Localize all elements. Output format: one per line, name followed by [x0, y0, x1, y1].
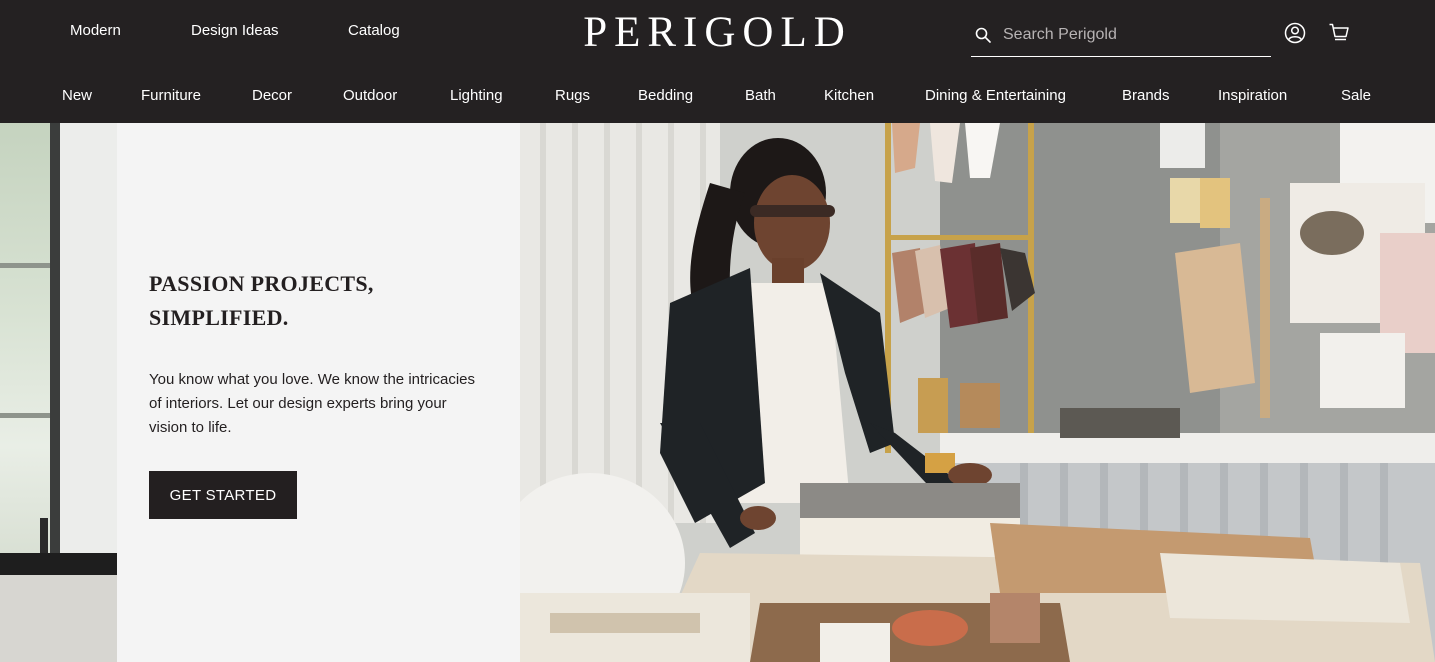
nav-decor[interactable]: Decor: [252, 87, 292, 104]
hero-description: You know what you love. We know the intr…: [149, 371, 476, 436]
site-header: Modern Design Ideas Catalog PERIGOLD New…: [0, 0, 1435, 123]
nav-brands[interactable]: Brands: [1122, 87, 1170, 104]
nav-bedding[interactable]: Bedding: [638, 87, 693, 104]
nav-lighting[interactable]: Lighting: [450, 87, 503, 104]
cart-icon[interactable]: [1328, 22, 1350, 44]
search-icon[interactable]: [975, 27, 991, 43]
hero-text-panel: PASSION PROJECTS, SIMPLIFIED. You know w…: [117, 123, 520, 662]
search-bar: [971, 14, 1271, 57]
hero-section: PASSION PROJECTS, SIMPLIFIED. You know w…: [0, 123, 1435, 662]
nav-kitchen[interactable]: Kitchen: [824, 87, 874, 104]
site-logo[interactable]: PERIGOLD: [583, 9, 852, 56]
nav-bath[interactable]: Bath: [745, 87, 776, 104]
nav-inspiration[interactable]: Inspiration: [1218, 87, 1287, 104]
hero-photo: [520, 123, 1435, 662]
account-icon[interactable]: [1284, 22, 1306, 44]
nav-new[interactable]: New: [62, 87, 92, 104]
get-started-button[interactable]: GET STARTED: [149, 471, 297, 519]
window-image: [0, 123, 117, 662]
search-input[interactable]: [1003, 26, 1253, 44]
nav-furniture[interactable]: Furniture: [141, 87, 201, 104]
nav-sale[interactable]: Sale: [1341, 87, 1371, 104]
nav-outdoor[interactable]: Outdoor: [343, 87, 397, 104]
nav-dining-entertaining[interactable]: Dining & Entertaining: [925, 87, 1066, 104]
nav-rugs[interactable]: Rugs: [555, 87, 590, 104]
top-link-design-ideas[interactable]: Design Ideas: [191, 22, 279, 39]
top-link-modern[interactable]: Modern: [70, 22, 121, 39]
top-link-catalog[interactable]: Catalog: [348, 22, 400, 39]
hero-title: PASSION PROJECTS, SIMPLIFIED.: [149, 271, 374, 330]
